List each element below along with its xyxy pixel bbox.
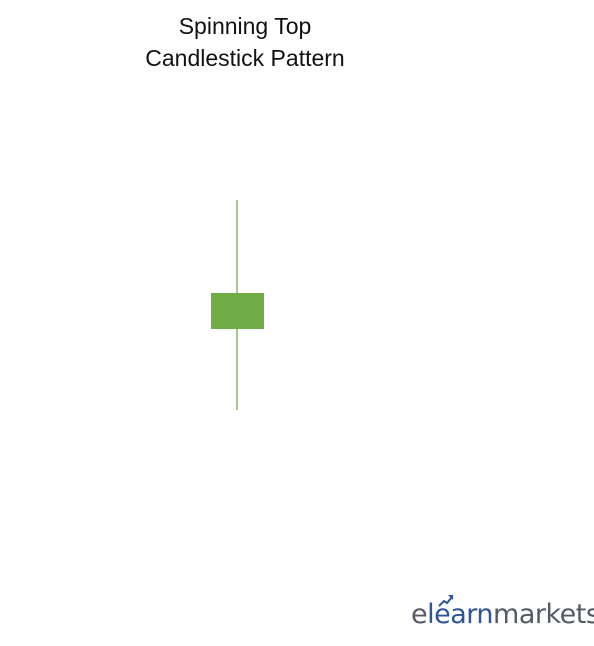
page: Spinning Top Candlestick Pattern elearnm… (0, 0, 594, 646)
logo-text-e: e (411, 599, 428, 630)
trend-arrow-icon (438, 595, 453, 607)
candle-body (211, 293, 264, 329)
candlestick-diagram (211, 200, 264, 410)
logo-text-learn: learn (427, 599, 494, 630)
logo-text-markets: markets (493, 599, 594, 630)
